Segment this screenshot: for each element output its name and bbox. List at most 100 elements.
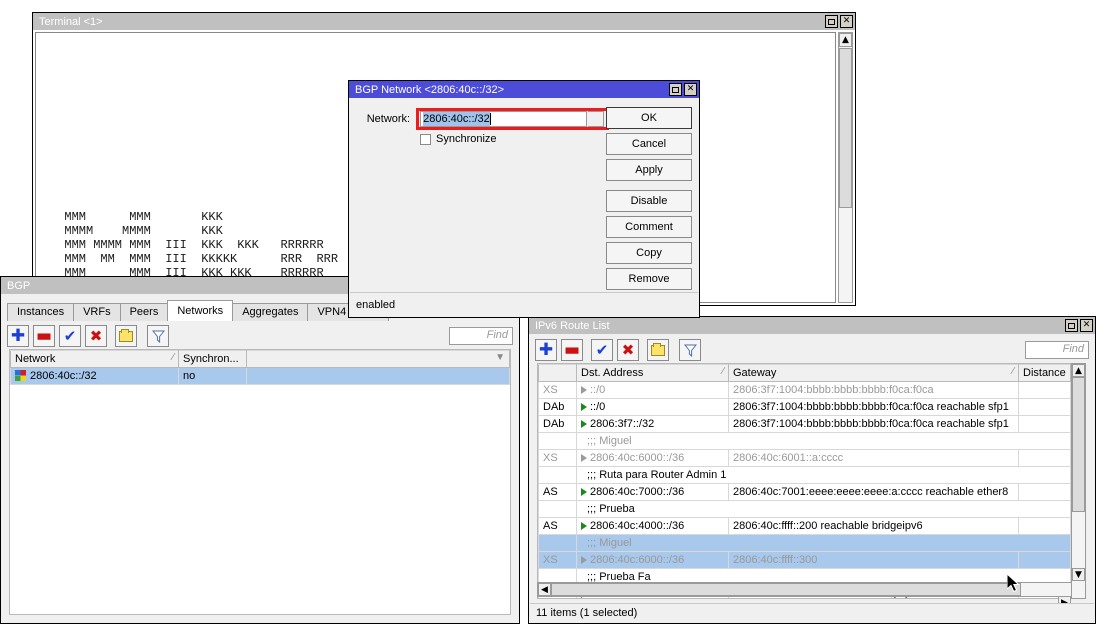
filter-button[interactable]: [147, 325, 169, 347]
network-input-dropdown[interactable]: [588, 111, 604, 127]
cell-gateway: 2806:3f7:1004:bbbb:bbbb:bbbb:f0ca:f0ca: [729, 382, 1019, 399]
table-row[interactable]: DAb::/02806:3f7:1004:bbbb:bbbb:bbbb:f0ca…: [539, 399, 1071, 416]
cell-dst-address: 2806:40c:4000::/36: [577, 518, 729, 535]
cell-flags: [539, 535, 577, 552]
table-header-row: Dst. Address ∕ Gateway ∕ Distance: [539, 365, 1071, 382]
enable-button[interactable]: ✔: [591, 339, 613, 361]
maximize-icon[interactable]: [825, 15, 838, 28]
routes-vscrollbar[interactable]: ▲ ▼: [1071, 363, 1086, 599]
terminal-vscrollbar[interactable]: ▲: [838, 32, 853, 303]
terminal-window-buttons: ✕: [825, 15, 853, 28]
comment-button-label: Comment: [625, 221, 673, 233]
cell-distance: [1019, 518, 1071, 535]
routes-toolbar: ✚ ▬ ✔ ✖ Find: [529, 335, 1095, 365]
routes-titlebar[interactable]: IPv6 Route List ✕: [529, 317, 1095, 334]
cell-synchronize: no: [179, 368, 247, 385]
find-input[interactable]: Find: [449, 327, 513, 345]
routes-hscrollbar[interactable]: ◀ ▶: [537, 582, 1072, 597]
comment-button[interactable]: [647, 339, 669, 361]
ok-button-label: OK: [641, 112, 657, 124]
tab-peers[interactable]: Peers: [120, 303, 169, 321]
filter-icon: [684, 344, 697, 357]
tab-vrfs-label: VRFs: [83, 306, 111, 318]
cell-dst-address: 2806:40c:6000::/36: [577, 450, 729, 467]
remove-button[interactable]: ▬: [33, 325, 55, 347]
disable-button[interactable]: ✖: [85, 325, 107, 347]
close-icon[interactable]: ✕: [840, 15, 853, 28]
comment-row[interactable]: ;;; Prueba: [539, 501, 1071, 518]
table-row[interactable]: XS2806:40c:6000::/362806:40c:ffff::300: [539, 552, 1071, 569]
table-row[interactable]: AS2806:40c:7000::/362806:40c:7001:eeee:e…: [539, 484, 1071, 501]
scroll-thumb-h[interactable]: [551, 583, 1021, 596]
find-input[interactable]: Find: [1025, 341, 1089, 359]
comment-row[interactable]: ;;; Miguel: [539, 433, 1071, 450]
column-header-distance[interactable]: Distance: [1019, 365, 1071, 382]
synchronize-label: Synchronize: [436, 133, 497, 145]
tab-networks[interactable]: Networks: [167, 300, 233, 321]
routes-status-text: 11 items (1 selected): [536, 607, 637, 619]
column-header-network[interactable]: Network ∕: [11, 351, 179, 368]
disable-button[interactable]: ✖: [617, 339, 639, 361]
maximize-icon[interactable]: [669, 83, 682, 96]
copy-button[interactable]: Copy: [606, 242, 692, 264]
remove-button[interactable]: ▬: [561, 339, 583, 361]
bgp-network-dialog[interactable]: BGP Network <2806:40c::/32> ✕ Network: 2…: [348, 80, 700, 318]
scroll-down-icon[interactable]: ▼: [1072, 568, 1085, 581]
cell-distance: [1019, 399, 1071, 416]
comment-row[interactable]: ;;; Miguel: [539, 535, 1071, 552]
column-header-flags[interactable]: [539, 365, 577, 382]
dialog-titlebar[interactable]: BGP Network <2806:40c::/32> ✕: [349, 81, 699, 98]
cancel-button[interactable]: Cancel: [606, 133, 692, 155]
tab-instances-label: Instances: [17, 306, 64, 318]
cell-dst-address: ;;; Miguel: [577, 433, 1071, 450]
scroll-up-icon[interactable]: ▲: [839, 33, 852, 47]
dialog-window-buttons: ✕: [669, 83, 697, 96]
cell-gateway: 2806:40c:ffff::300: [729, 552, 1019, 569]
close-icon[interactable]: ✕: [684, 83, 697, 96]
scroll-thumb[interactable]: [1072, 377, 1085, 512]
column-header-synchronize[interactable]: Synchron...: [179, 351, 247, 368]
add-button[interactable]: ✚: [535, 339, 557, 361]
bgp-window[interactable]: BGP Instances VRFs Peers Networks Aggreg…: [0, 276, 520, 624]
remove-button-label: Remove: [629, 273, 670, 285]
comment-button[interactable]: [115, 325, 137, 347]
table-header-row: Network ∕ Synchron... ▼: [11, 351, 510, 368]
tab-instances[interactable]: Instances: [7, 303, 74, 321]
apply-button[interactable]: Apply: [606, 159, 692, 181]
ipv6-route-list-window[interactable]: IPv6 Route List ✕ ✚ ▬ ✔ ✖ Find: [528, 316, 1096, 624]
enable-button[interactable]: ✔: [59, 325, 81, 347]
remove-button[interactable]: Remove: [606, 268, 692, 290]
maximize-icon[interactable]: [1065, 319, 1078, 332]
tab-aggregates[interactable]: Aggregates: [232, 303, 308, 321]
routes-window-buttons: ✕: [1065, 319, 1093, 332]
column-header-menu[interactable]: ▼: [247, 351, 510, 368]
scroll-thumb[interactable]: [839, 48, 852, 208]
chevron-down-icon: ▼: [495, 352, 505, 363]
cell-dst-address: ::/0: [577, 382, 729, 399]
cell-dst-address: ::/0: [577, 399, 729, 416]
tab-vrfs[interactable]: VRFs: [73, 303, 121, 321]
scroll-up-icon[interactable]: ▲: [1072, 364, 1085, 377]
scroll-left-icon[interactable]: ◀: [538, 583, 551, 596]
comment-row[interactable]: ;;; Ruta para Router Admin 1: [539, 467, 1071, 484]
sort-icon: ∕: [1012, 366, 1014, 377]
mouse-cursor: [1007, 574, 1021, 594]
synchronize-checkbox[interactable]: [420, 134, 431, 145]
ok-button[interactable]: OK: [606, 107, 692, 129]
close-icon[interactable]: ✕: [1080, 319, 1093, 332]
table-row[interactable]: 2806:40c::/32 no: [11, 368, 510, 385]
table-row[interactable]: AS2806:40c:4000::/362806:40c:ffff::200 r…: [539, 518, 1071, 535]
column-header-dst-address[interactable]: Dst. Address ∕: [577, 365, 729, 382]
table-row[interactable]: DAb2806:3f7::/322806:3f7:1004:bbbb:bbbb:…: [539, 416, 1071, 433]
terminal-titlebar[interactable]: Terminal <1> ✕: [33, 13, 855, 30]
comment-button[interactable]: Comment: [606, 216, 692, 238]
network-input[interactable]: 2806:40c::/32: [420, 111, 587, 127]
sort-icon: ∕: [722, 366, 724, 377]
route-arrow-icon: [581, 454, 587, 462]
table-row[interactable]: XS::/02806:3f7:1004:bbbb:bbbb:bbbb:f0ca:…: [539, 382, 1071, 399]
column-header-gateway[interactable]: Gateway ∕: [729, 365, 1019, 382]
table-row[interactable]: XS2806:40c:6000::/362806:40c:6001::a:ccc…: [539, 450, 1071, 467]
add-button[interactable]: ✚: [7, 325, 29, 347]
filter-button[interactable]: [679, 339, 701, 361]
disable-button[interactable]: Disable: [606, 190, 692, 212]
